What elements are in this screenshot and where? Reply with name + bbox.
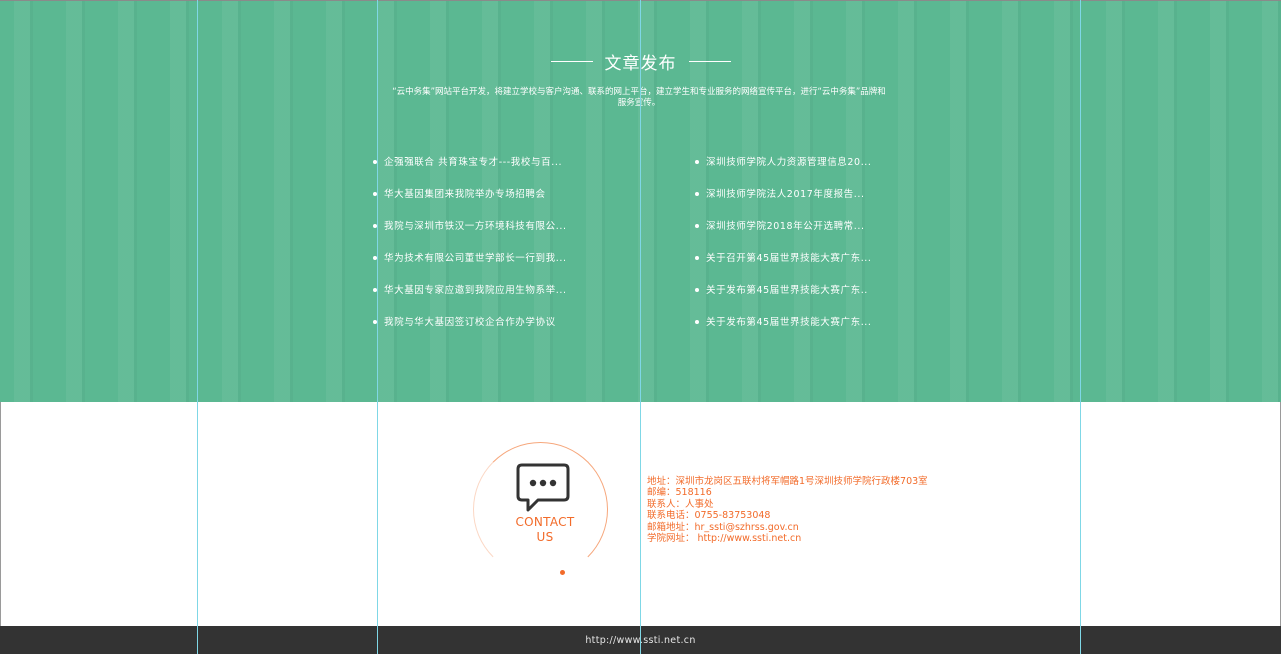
news-list-left: 企强强联合 共育珠宝专才---我校与百... 华大基因集团来我院举办专场招聘会 …: [373, 154, 603, 346]
news-title: 我院与深圳市铁汉一方环境科技有限公...: [384, 221, 567, 232]
guide-line: [197, 0, 198, 654]
news-title: 深圳技师学院人力资源管理信息20...: [706, 157, 872, 168]
guide-line: [1080, 0, 1081, 654]
news-title: 深圳技师学院2018年公开选聘常...: [706, 221, 865, 232]
news-link[interactable]: 华大基因集团来我院举办专场招聘会: [373, 186, 603, 218]
bullet-icon: [695, 288, 699, 292]
news-title: 我院与华大基因签订校企合作办学协议: [384, 317, 556, 328]
contact-info: 地址：深圳市龙岗区五联村将军帽路1号深圳技师学院行政楼703室 邮编：51811…: [647, 476, 928, 544]
news-link[interactable]: 我院与深圳市铁汉一方环境科技有限公...: [373, 218, 603, 250]
news-link[interactable]: 华大基因专家应邀到我院应用生物系举...: [373, 282, 603, 314]
news-title: 华为技术有限公司董世学部长一行到我...: [384, 253, 567, 264]
contact-person: 联系人：人事处: [647, 498, 714, 510]
contact-postcode: 邮编：518116: [647, 487, 712, 499]
guide-line: [377, 0, 378, 654]
bullet-icon: [695, 160, 699, 164]
contact-address: 地址：深圳市龙岗区五联村将军帽路1号深圳技师学院行政楼703室: [647, 476, 928, 487]
news-title: 关于召开第45届世界技能大赛广东...: [706, 253, 872, 264]
news-title: 关于发布第45届世界技能大赛广东..: [706, 285, 868, 296]
bullet-icon: [695, 320, 699, 324]
chat-bubble-icon: [516, 463, 570, 512]
news-title: 企强强联合 共育珠宝专才---我校与百...: [384, 157, 563, 168]
news-title: 华大基因集团来我院举办专场招聘会: [384, 189, 546, 200]
news-link[interactable]: 深圳技师学院法人2017年度报告...: [695, 186, 925, 218]
news-link[interactable]: 深圳技师学院2018年公开选聘常...: [695, 218, 925, 250]
bullet-icon: [695, 256, 699, 260]
bullet-icon: [695, 224, 699, 228]
news-link[interactable]: 我院与华大基因签订校企合作办学协议: [373, 314, 603, 346]
contact-circle-dot: [560, 570, 565, 575]
news-list-right: 深圳技师学院人力资源管理信息20... 深圳技师学院法人2017年度报告... …: [695, 154, 925, 346]
page-border-left: [0, 402, 1, 626]
contact-email[interactable]: 邮箱地址：hr_ssti@szhrss.gov.cn: [647, 522, 928, 533]
news-link[interactable]: 企强强联合 共育珠宝专才---我校与百...: [373, 154, 603, 186]
guide-line: [640, 0, 641, 654]
contact-label-line2: US: [536, 530, 554, 544]
news-link[interactable]: 关于召开第45届世界技能大赛广东...: [695, 250, 925, 282]
section-intro: “云中务集”网站平台开发，将建立学校与客户沟通、联系的网上平台，建立学生和专业服…: [392, 87, 886, 108]
contact-phone: 联系电话：0755-83753048: [647, 510, 771, 522]
contact-website[interactable]: 学院网址： http://www.ssti.net.cn: [647, 533, 928, 544]
news-title: 华大基因专家应邀到我院应用生物系举...: [384, 285, 567, 296]
news-title: 关于发布第45届世界技能大赛广东...: [706, 317, 872, 328]
news-title: 深圳技师学院法人2017年度报告...: [706, 189, 865, 200]
contact-label-line1: CONTACT: [515, 515, 575, 529]
news-link[interactable]: 关于发布第45届世界技能大赛广东...: [695, 314, 925, 346]
contact-us-label: CONTACT US: [505, 515, 585, 545]
news-link[interactable]: 深圳技师学院人力资源管理信息20...: [695, 154, 925, 186]
title-divider-right: [688, 61, 731, 62]
news-link[interactable]: 关于发布第45届世界技能大赛广东..: [695, 282, 925, 314]
title-divider-left: [550, 61, 593, 62]
news-link[interactable]: 华为技术有限公司董世学部长一行到我...: [373, 250, 603, 282]
bullet-icon: [695, 192, 699, 196]
